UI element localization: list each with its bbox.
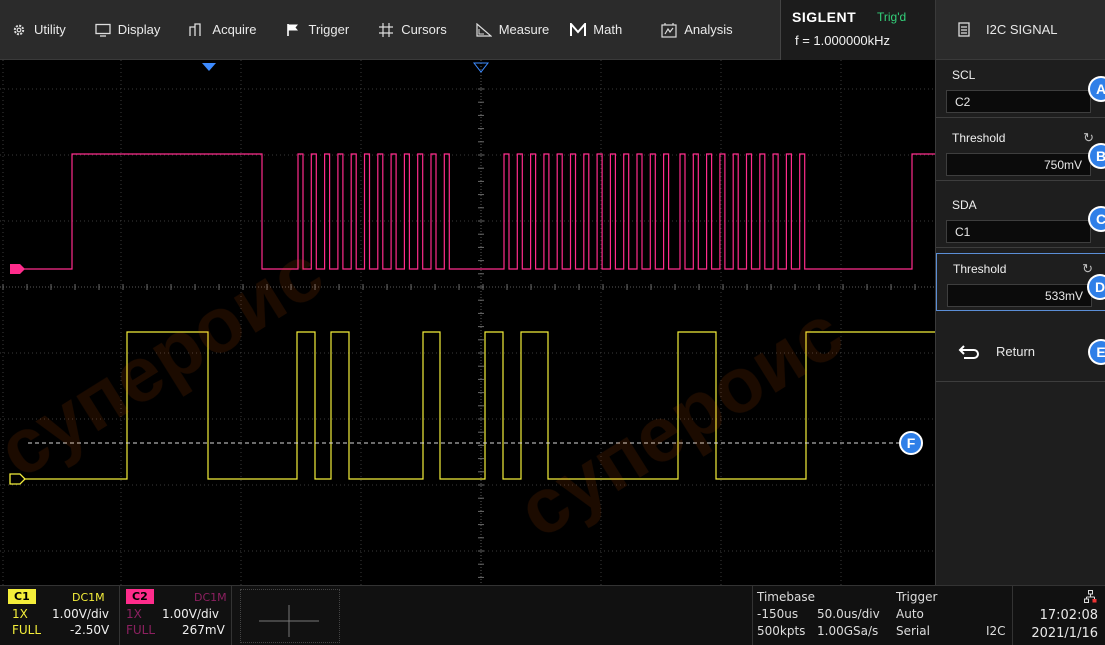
sda-source-field[interactable]: C1 [946,220,1091,243]
badge-e: E [1090,341,1105,363]
menu-math-label: Math [593,22,623,37]
c2-bandwidth: FULL [126,623,156,637]
scl-threshold-field[interactable]: 750mV [946,153,1091,176]
clock-date: 2021/1/16 [1031,626,1098,641]
trigger-label: Trigger [896,590,938,604]
trigger-source: I2C [986,624,1006,638]
menu-measure-label: Measure [498,22,550,37]
waveform-display[interactable]: F супероис супероис [0,60,935,585]
c1-coupling: DC1M [72,591,105,604]
timebase-label: Timebase [757,590,815,604]
c2-scale: 1.00V/div [162,607,220,621]
menu-measure[interactable]: Measure [465,0,560,59]
panel-title: I2C SIGNAL [986,22,1058,37]
flag-icon [284,22,302,38]
memory-depth: 500kpts [757,624,806,638]
c2-coupling: DC1M [194,591,227,604]
menu-cursors-label: Cursors [401,22,447,37]
add-channel-slot[interactable] [240,589,340,643]
marker-f-label: F [907,435,916,451]
refresh-icon: ↻ [1082,261,1093,276]
math-icon [569,22,587,38]
menu-acquire[interactable]: Acquire [178,0,266,59]
c1-probe: 1X [12,607,28,621]
c1-tag: C1 [8,589,36,604]
menu-acquire-label: Acquire [212,22,257,37]
brand-status: SIGLENT Trig'd f = 1.000000kHz [780,0,935,60]
trigger-info[interactable]: Trigger Auto Serial I2C [892,586,1012,645]
trigger-status: Trig'd [877,10,907,24]
sda-source-group[interactable]: SDA C1 C [936,190,1105,248]
scl-source-group[interactable]: SCL C2 A [936,60,1105,118]
sample-rate: 1.00GSa/s [817,624,879,638]
c1-info[interactable]: C1 DC1M 1X 1.00V/div FULL -2.50V [0,586,120,645]
trigger-mode: Auto [896,607,924,621]
c2-tag: C2 [126,589,154,604]
trigger-type: Serial [896,624,930,638]
brand-logo: SIGLENT [792,9,857,25]
clock-time: 17:02:08 [1039,608,1098,623]
sda-threshold-group[interactable]: Threshold ↻ 533mV D [936,253,1105,311]
measure-icon [475,22,493,38]
c1-bandwidth: FULL [12,623,42,637]
scl-source-field[interactable]: C2 [946,90,1091,113]
panel-header: I2C SIGNAL [936,0,1105,60]
c1-scale: 1.00V/div [52,607,110,621]
menu-analysis-label: Analysis [684,22,733,37]
c2-info[interactable]: C2 DC1M 1X 1.00V/div FULL 267mV [120,586,232,645]
return-button[interactable]: Return E [936,322,1105,382]
scl-label: SCL [952,68,976,82]
menu-math[interactable]: Math [559,0,632,59]
scl-threshold-label: Threshold [952,131,1006,145]
refresh-icon: ↻ [1083,130,1094,145]
timebase-info[interactable]: Timebase -150us 50.0us/div 500kpts 1.00G… [752,586,892,645]
menu-trigger[interactable]: Trigger [274,0,359,59]
c2-probe: 1X [126,607,142,621]
status-bar: C1 DC1M 1X 1.00V/div FULL -2.50V C2 DC1M… [0,585,1105,645]
menu-cursors[interactable]: Cursors [367,0,457,59]
return-arrow-icon [958,344,980,360]
waveform-svg: F супероис супероис [0,60,935,585]
menu-utility-label: Utility [34,22,66,37]
badge-a: A [1090,78,1105,100]
network-icon [1084,590,1097,606]
gear-icon [10,22,28,38]
badge-c: C [1090,208,1105,230]
plus-icon [259,605,319,637]
monitor-icon [94,22,112,38]
menu-utility[interactable]: Utility [0,0,76,59]
sda-label: SDA [952,198,977,212]
timebase-scale: 50.0us/div [817,607,880,621]
sda-threshold-label: Threshold [953,262,1007,276]
menu-analysis[interactable]: Analysis [650,0,742,59]
sda-threshold-field[interactable]: 533mV [947,284,1092,307]
menu-trigger-label: Trigger [308,22,350,37]
c1-offset: -2.50V [70,623,110,637]
menu-bar: Utility Display Acquire Trigger Cursors … [0,0,935,60]
badge-b: B [1090,145,1105,167]
analysis-icon [660,22,678,38]
document-icon [958,22,970,37]
cursor-grid-icon [377,22,395,38]
badge-d: D [1089,276,1105,298]
c2-offset: 267mV [182,623,225,637]
i2c-signal-panel: I2C SIGNAL SCL C2 A Threshold ↻ 750mV B … [935,0,1105,585]
frequency-readout: f = 1.000000kHz [795,33,891,48]
scl-threshold-group[interactable]: Threshold ↻ 750mV B [936,123,1105,181]
menu-display-label: Display [117,22,161,37]
clock-info: 17:02:08 2021/1/16 [1012,586,1105,645]
menu-display[interactable]: Display [84,0,171,59]
return-label: Return [996,344,1036,359]
timebase-delay: -150us [757,607,799,621]
acquire-icon [188,22,206,38]
